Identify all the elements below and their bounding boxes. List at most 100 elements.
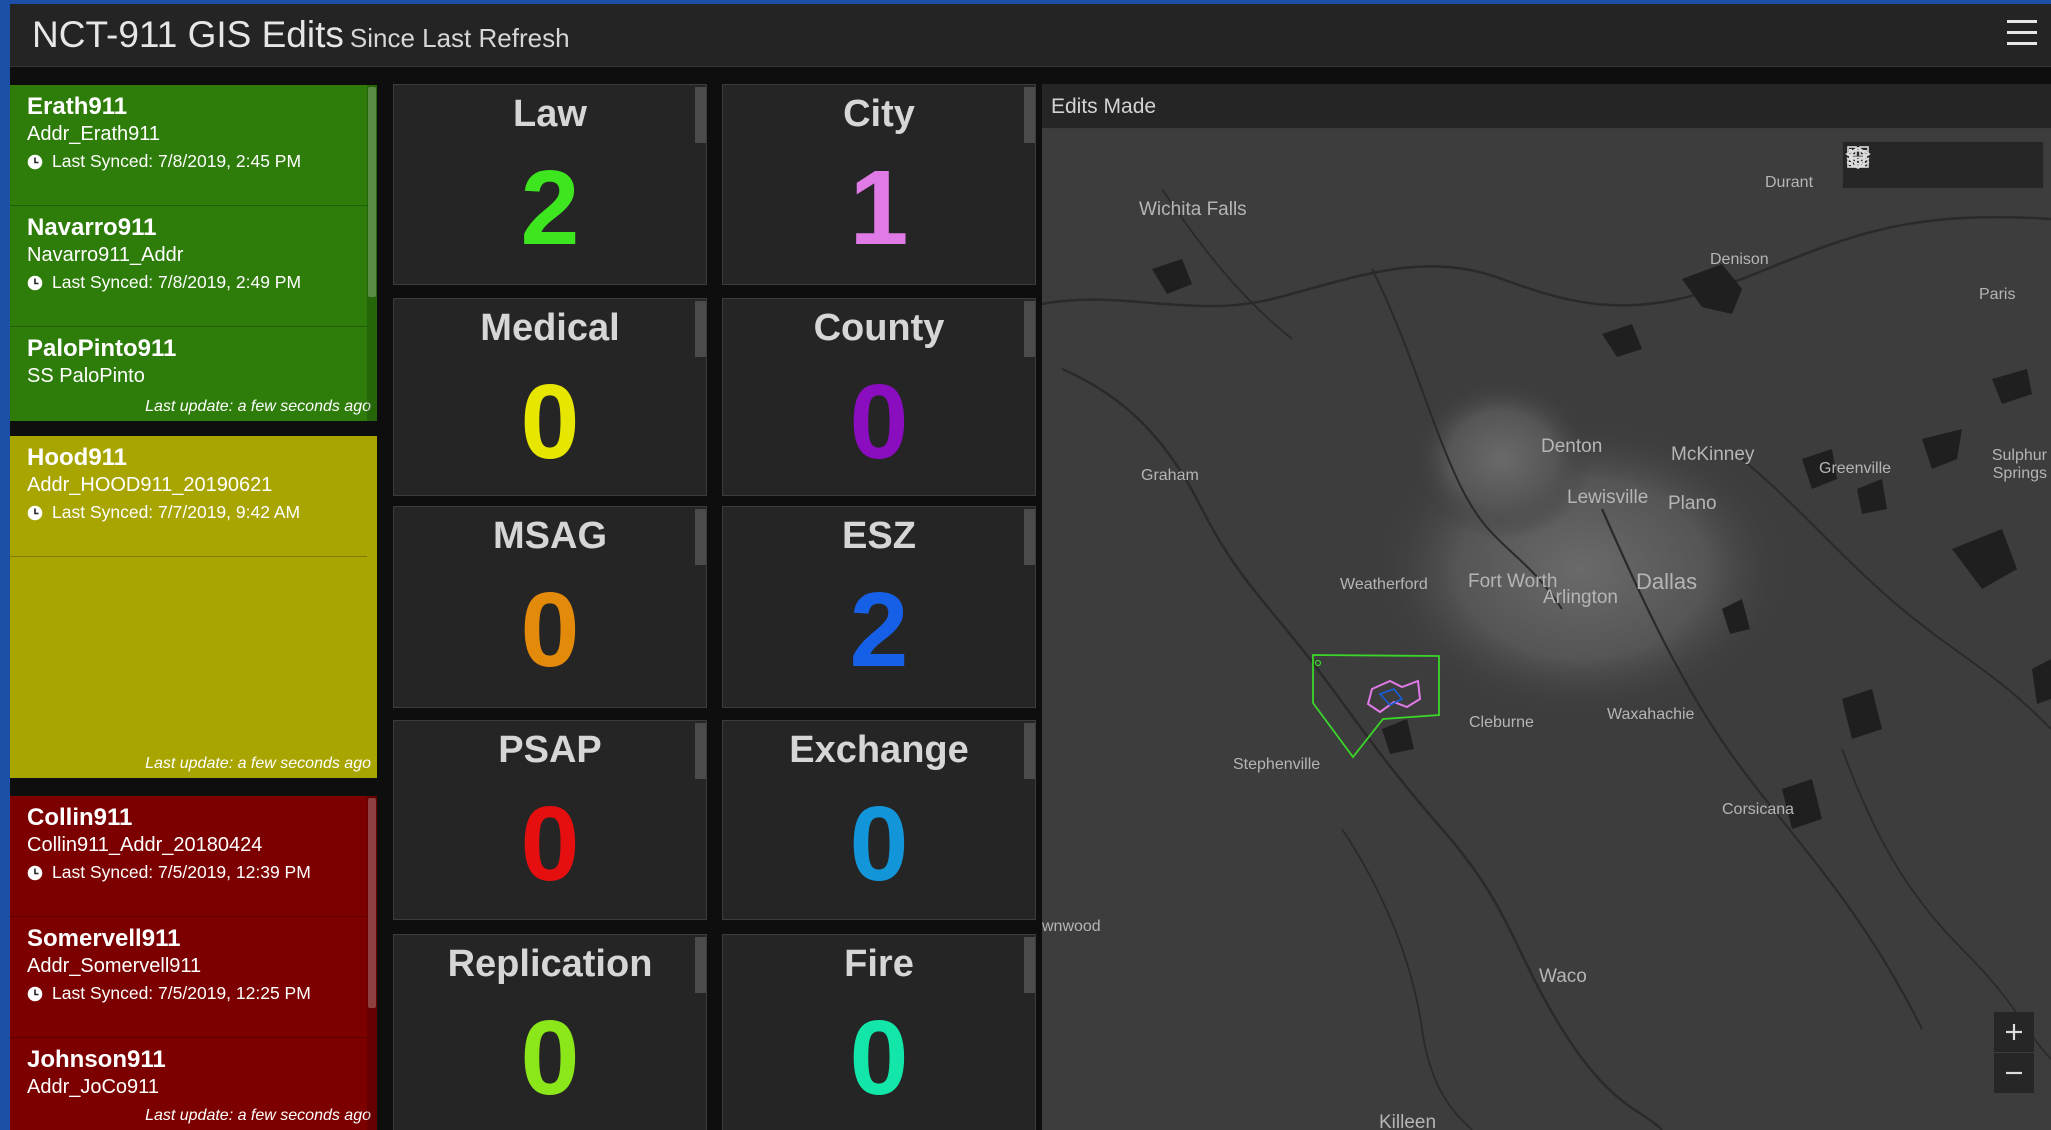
list-item[interactable]: Erath911 Addr_Erath911 Last Synced: 7/8/… (10, 85, 367, 206)
counter-value: 0 (849, 785, 909, 903)
clock-icon (27, 275, 43, 290)
counter-tile-county: County 0 (722, 298, 1036, 496)
counter-value: 2 (849, 571, 909, 689)
counter-label: MSAG (493, 515, 607, 557)
list-item-layer: Addr_HOOD911_20190621 (27, 474, 273, 496)
counter-tile-city: City 1 (722, 84, 1036, 285)
header-bar: NCT-911 GIS Edits Since Last Refresh (10, 4, 2051, 67)
counter-label: Replication (447, 943, 653, 985)
map-label: Denton (1541, 436, 1603, 457)
counter-value: 2 (520, 149, 580, 267)
list-item-sync-text: Last Synced: 7/8/2019, 2:45 PM (52, 151, 302, 171)
tile-scrollbar[interactable] (695, 87, 706, 143)
tile-scrollbar[interactable] (695, 509, 706, 565)
counter-tile-law: Law 2 (393, 84, 707, 285)
list-item-name: PaloPinto911 (27, 335, 177, 362)
last-update-text: Last update: a few seconds ago (145, 1107, 371, 1124)
counter-tile-esz: ESZ 2 (722, 506, 1036, 708)
list-item[interactable]: Navarro911 Navarro911_Addr Last Synced: … (10, 206, 367, 327)
counter-tile-psap: PSAP 0 (393, 720, 707, 920)
list-item-layer: SS PaloPinto (27, 365, 145, 387)
list-item[interactable]: Collin911 Collin911_Addr_20180424 Last S… (10, 796, 367, 917)
map-label: Paris (1979, 286, 2016, 303)
dashboard-subtitle: Since Last Refresh (349, 23, 570, 53)
counter-tile-fire: Fire 0 (722, 934, 1036, 1130)
map-label: Sulphur Springs (1991, 447, 2047, 482)
list-item-sync: Last Synced: 7/5/2019, 12:39 PM (27, 862, 311, 883)
dashboard: NCT-911 GIS Edits Since Last Refresh Erat… (10, 4, 2051, 1130)
counter-value: 0 (849, 363, 909, 481)
minus-icon (2006, 1071, 2022, 1075)
counter-label: City (843, 93, 915, 135)
last-update-text: Last update: a few seconds ago (145, 398, 371, 415)
list-item-name: Erath911 (27, 93, 128, 120)
counter-value: 0 (520, 363, 580, 481)
list-item[interactable]: Somervell911 Addr_Somervell911 Last Sync… (10, 917, 367, 1038)
map-label: Lewisville (1567, 487, 1649, 508)
map-label: Durant (1765, 174, 1814, 191)
map-label: Plano (1668, 493, 1717, 514)
clock-icon (27, 986, 43, 1001)
map-label: Killeen (1379, 1112, 1437, 1130)
dashboard-title: NCT-911 GIS Edits Since Last Refresh (32, 14, 570, 56)
tile-scrollbar[interactable] (695, 937, 706, 993)
basemap-gallery-icon[interactable] (1843, 142, 1873, 172)
list-scrollbar[interactable] (367, 796, 377, 1130)
counter-tile-msag: MSAG 0 (393, 506, 707, 708)
clock-icon (27, 865, 43, 880)
map-label: Cleburne (1469, 714, 1534, 731)
counter-label: County (813, 307, 945, 349)
status-list-green[interactable]: Erath911 Addr_Erath911 Last Synced: 7/8/… (10, 85, 377, 421)
counter-label: ESZ (842, 515, 916, 557)
map-label: Graham (1141, 467, 1199, 484)
counter-value: 0 (520, 785, 580, 903)
hamburger-menu-icon[interactable] (2007, 20, 2037, 46)
list-scrollbar[interactable] (367, 85, 377, 421)
tile-scrollbar[interactable] (695, 723, 706, 779)
tile-scrollbar[interactable] (1024, 87, 1035, 143)
status-list-yellow[interactable]: Hood911 Addr_HOOD911_20190621 Last Synce… (10, 436, 377, 778)
tile-scrollbar[interactable] (1024, 937, 1035, 993)
tile-scrollbar[interactable] (1024, 301, 1035, 357)
map-label: McKinney (1671, 444, 1755, 465)
list-item-layer: Addr_Erath911 (27, 123, 161, 145)
map-label: Wichita Falls (1139, 199, 1247, 220)
list-item[interactable]: Hood911 Addr_HOOD911_20190621 Last Synce… (10, 436, 367, 557)
counter-label: PSAP (498, 729, 602, 771)
map-label: Dallas (1636, 569, 1698, 594)
map-view[interactable]: Wichita Falls Durant Denison Paris Graha… (1042, 129, 2051, 1130)
tile-scrollbar[interactable] (695, 301, 706, 357)
counter-value: 0 (520, 999, 580, 1117)
tile-scrollbar[interactable] (1024, 723, 1035, 779)
counter-value: 0 (849, 999, 909, 1117)
list-item-name: Navarro911 (27, 214, 157, 241)
list-item-layer: Navarro911_Addr (27, 244, 184, 266)
clock-icon (27, 505, 43, 520)
last-update-text: Last update: a few seconds ago (145, 755, 371, 772)
counter-label: Fire (844, 943, 914, 985)
zoom-out-button[interactable] (1994, 1053, 2034, 1093)
list-item-layer: Addr_JoCo911 (27, 1076, 159, 1098)
list-item-sync: Last Synced: 7/5/2019, 12:25 PM (27, 983, 311, 1004)
map-toolbar (1842, 141, 2044, 189)
list-item-layer: Collin911_Addr_20180424 (27, 834, 263, 856)
dashboard-title-text: NCT-911 GIS Edits (32, 14, 344, 55)
counter-tile-medical: Medical 0 (393, 298, 707, 496)
counter-value: 0 (520, 571, 580, 689)
map-panel: Edits Made Wichita Falls Durant Denison … (1042, 84, 2051, 1130)
counter-tile-replication: Replication 0 (393, 934, 707, 1130)
list-item-layer: Addr_Somervell911 (27, 955, 202, 977)
status-list-red[interactable]: Collin911 Collin911_Addr_20180424 Last S… (10, 796, 377, 1130)
map-label: Corsicana (1722, 801, 1795, 818)
zoom-in-button[interactable] (1994, 1012, 2034, 1052)
list-item-name: Johnson911 (27, 1046, 166, 1073)
list-item-sync: Last Synced: 7/7/2019, 9:42 AM (27, 502, 300, 523)
tile-scrollbar[interactable] (1024, 509, 1035, 565)
map-label: Stephenville (1233, 756, 1321, 773)
map-label: Waxahachie (1607, 706, 1695, 723)
map-panel-header: Edits Made (1042, 84, 2051, 129)
map-label: wnwood (1042, 918, 1101, 935)
counter-value: 1 (849, 149, 909, 267)
list-item-sync-text: Last Synced: 7/5/2019, 12:39 PM (52, 862, 311, 882)
list-item-sync: Last Synced: 7/8/2019, 2:45 PM (27, 151, 301, 172)
